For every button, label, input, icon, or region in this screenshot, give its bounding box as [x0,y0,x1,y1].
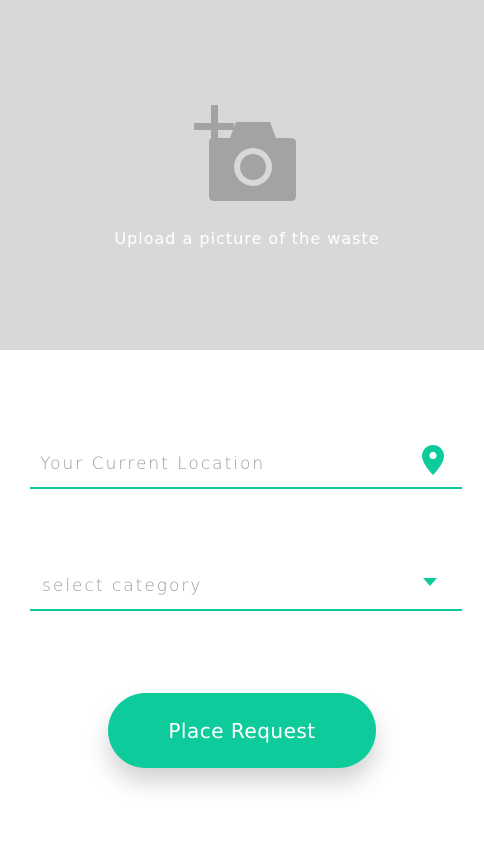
location-pin-icon[interactable] [422,445,444,475]
place-request-button[interactable]: Place Request [108,693,376,768]
caret-down-icon[interactable] [423,578,437,586]
upload-label: Upload a picture of the waste [114,229,380,248]
location-placeholder: Your Current Location [40,454,266,474]
add-a-photo-icon [194,105,296,201]
location-field[interactable]: Your Current Location [30,441,462,489]
category-placeholder: select category [42,576,203,596]
category-select[interactable]: select category [30,563,462,611]
upload-photo-area[interactable]: Upload a picture of the waste [0,0,484,350]
